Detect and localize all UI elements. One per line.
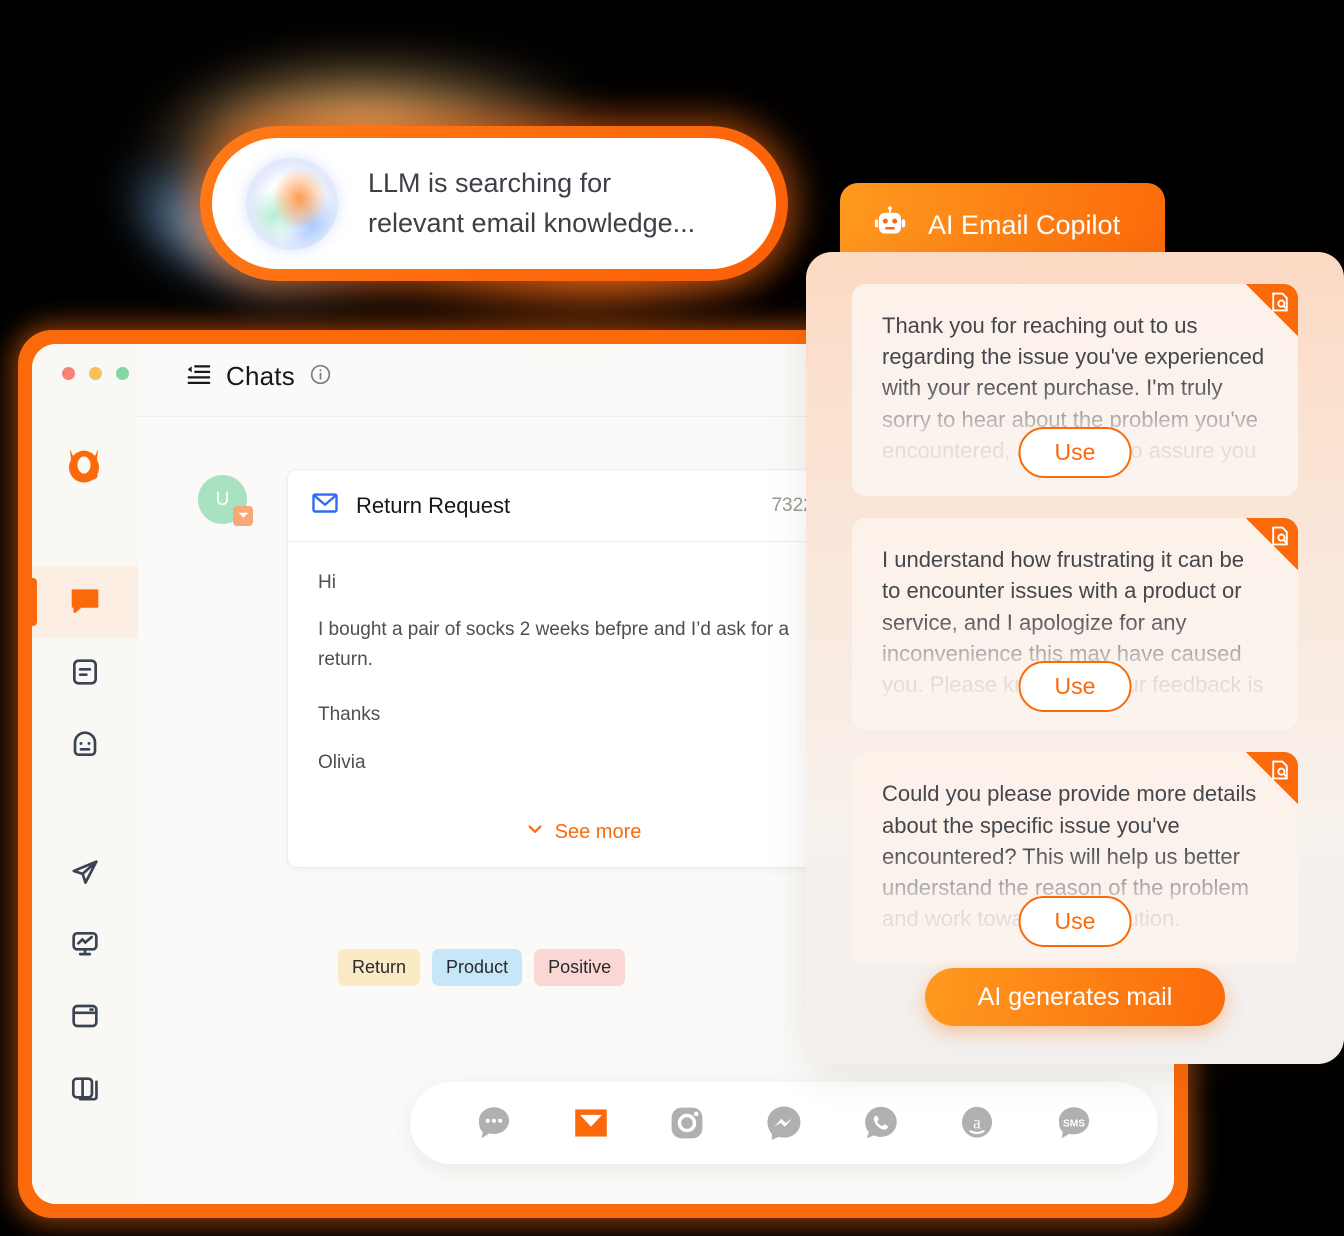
email-body: Hi I bought a pair of socks 2 weeks befp…	[288, 542, 878, 807]
see-more-label: See more	[554, 820, 642, 843]
svg-text:SMS: SMS	[1063, 1118, 1085, 1129]
use-button[interactable]: Use	[1018, 895, 1132, 947]
copilot-panel: Thank you for reaching out to us regardi…	[806, 252, 1344, 1064]
browser-window-icon	[69, 1000, 101, 1037]
suggestion-card[interactable]: Could you please provide more details ab…	[852, 752, 1298, 965]
sidebar-item-chats[interactable]	[32, 566, 138, 638]
robot-icon	[870, 203, 910, 248]
copilot-tab-title: AI Email Copilot	[928, 210, 1121, 240]
channel-live-chat[interactable]	[470, 1099, 518, 1147]
llm-status-pill: LLM is searching for relevant email know…	[200, 126, 788, 281]
sidebar-item-knowledge[interactable]	[32, 638, 138, 710]
document-icon	[69, 656, 101, 693]
envelope-icon	[310, 488, 340, 523]
email-channel-badge-icon	[233, 506, 253, 526]
document-search-icon[interactable]	[1246, 284, 1298, 336]
monitor-chart-icon	[69, 928, 101, 965]
minimize-button[interactable]	[89, 367, 102, 380]
channel-whatsapp[interactable]	[857, 1099, 905, 1147]
close-button[interactable]	[62, 367, 75, 380]
ai-orb-icon	[246, 157, 338, 250]
llm-status-line2: relevant email knowledge...	[368, 207, 696, 238]
paper-plane-icon	[69, 856, 101, 893]
ai-generates-mail-button[interactable]: AI generates mail	[925, 968, 1225, 1026]
tag-positive[interactable]: Positive	[534, 949, 626, 986]
brand-logo-icon[interactable]	[60, 440, 108, 493]
suggestion-card[interactable]: Thank you for reaching out to us regardi…	[852, 284, 1298, 497]
traffic-lights	[62, 367, 129, 380]
suggestion-card[interactable]: I understand how frustrating it can be t…	[852, 518, 1298, 731]
svg-text:a: a	[973, 1113, 981, 1133]
channel-messenger[interactable]	[760, 1099, 808, 1147]
sidebar-rail	[32, 344, 138, 1204]
avatar: U	[198, 475, 253, 526]
channel-instagram[interactable]	[663, 1099, 711, 1147]
sidebar-item-layout[interactable]	[32, 1054, 138, 1126]
document-search-icon[interactable]	[1246, 518, 1298, 571]
panel-layout-icon	[69, 1072, 101, 1109]
tag-product[interactable]: Product	[432, 949, 523, 986]
page-title: Chats	[226, 361, 295, 391]
llm-status-text: LLM is searching for relevant email know…	[368, 164, 695, 244]
chevron-down-icon	[525, 819, 545, 845]
see-more-button[interactable]: See more	[288, 807, 878, 867]
title-group: Chats	[184, 360, 332, 393]
document-search-icon[interactable]	[1246, 752, 1298, 805]
channel-dock: a SMS	[410, 1082, 1158, 1164]
channel-amazon[interactable]: a	[953, 1099, 1001, 1147]
channel-email[interactable]	[567, 1099, 615, 1147]
email-signature: Olivia	[318, 751, 366, 773]
chat-bubble-icon	[68, 583, 102, 622]
email-card-header: Return Request 73223978	[288, 470, 878, 542]
email-subject: Return Request	[356, 492, 511, 518]
email-text: I bought a pair of socks 2 weeks befpre …	[318, 619, 790, 670]
maximize-button[interactable]	[116, 367, 129, 380]
channel-sms[interactable]: SMS	[1050, 1099, 1098, 1147]
tag-list: Return Product Positive	[338, 949, 626, 986]
sidebar-item-bots[interactable]	[32, 710, 138, 782]
email-card[interactable]: Return Request 73223978 Hi I bought a pa…	[287, 469, 879, 869]
robot-icon	[69, 728, 101, 765]
info-icon[interactable]	[309, 363, 332, 391]
sidebar-item-workspace[interactable]	[32, 982, 138, 1054]
sidebar-item-analytics[interactable]	[32, 910, 138, 982]
sidebar-divider-gap	[32, 782, 138, 838]
tag-return[interactable]: Return	[338, 949, 421, 986]
sidebar-items	[32, 566, 138, 1126]
avatar-initial: U	[215, 488, 230, 510]
use-button[interactable]: Use	[1018, 661, 1132, 713]
sidebar-item-campaigns[interactable]	[32, 838, 138, 910]
email-signoff: Thanks	[318, 704, 381, 726]
llm-status-pill-inner: LLM is searching for relevant email know…	[212, 138, 776, 269]
collapse-sidebar-icon[interactable]	[184, 360, 212, 393]
use-button[interactable]: Use	[1018, 427, 1132, 479]
message-row: U Return Request Hi I bought a pair of s…	[198, 469, 879, 869]
email-greeting: Hi	[318, 572, 336, 593]
llm-status-line1: LLM is searching for	[368, 167, 612, 198]
